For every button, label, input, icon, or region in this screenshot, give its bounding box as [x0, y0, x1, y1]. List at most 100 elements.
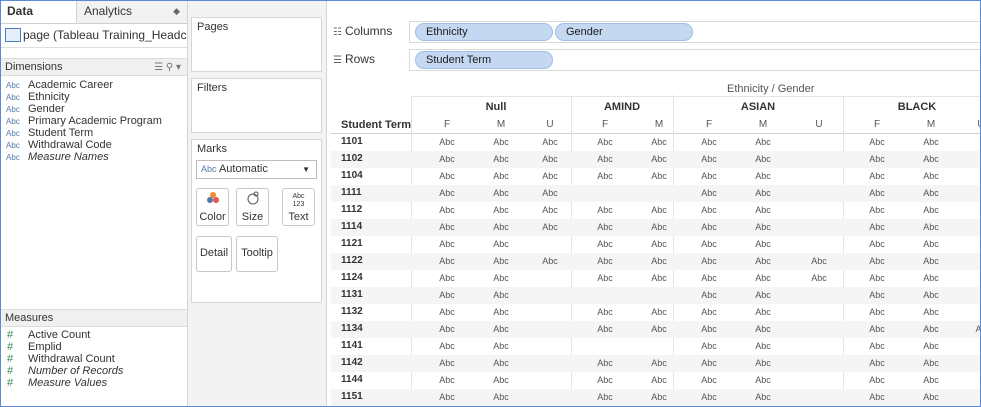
table-cell[interactable]: Abc [694, 392, 724, 402]
rows-drop-zone[interactable]: Student Term [409, 49, 980, 71]
table-cell[interactable]: Abc [804, 273, 834, 283]
pill-student-term[interactable]: Student Term [415, 51, 553, 69]
table-cell[interactable]: Abc [590, 324, 620, 334]
table-cell[interactable]: Abc [916, 341, 946, 351]
table-cell[interactable]: Abc [916, 358, 946, 368]
table-cell[interactable]: Ab [966, 324, 980, 334]
table-cell[interactable]: Abc [590, 222, 620, 232]
table-cell[interactable]: Abc [432, 358, 462, 368]
mark-type-select[interactable]: Abc Automatic ▼ [196, 160, 317, 179]
table-cell[interactable]: Abc [916, 137, 946, 147]
table-cell[interactable]: Abc [644, 137, 674, 147]
table-cell[interactable]: Abc [432, 154, 462, 164]
table-cell[interactable]: Abc [748, 188, 778, 198]
table-cell[interactable]: Abc [862, 358, 892, 368]
table-cell[interactable]: Abc [916, 375, 946, 385]
table-cell[interactable]: Abc [748, 392, 778, 402]
table-cell[interactable]: Abc [486, 324, 516, 334]
table-cell[interactable]: Abc [535, 171, 565, 181]
table-cell[interactable]: Abc [862, 239, 892, 249]
table-cell[interactable]: Abc [862, 222, 892, 232]
table-cell[interactable]: Abc [644, 375, 674, 385]
table-cell[interactable]: Abc [486, 358, 516, 368]
table-cell[interactable]: Abc [535, 188, 565, 198]
table-cell[interactable]: Abc [748, 358, 778, 368]
table-cell[interactable]: Abc [916, 171, 946, 181]
tab-data[interactable]: Data [1, 1, 77, 23]
text-button[interactable]: Abc 123 Text [282, 188, 315, 226]
table-cell[interactable]: Abc [432, 171, 462, 181]
table-cell[interactable]: Abc [590, 137, 620, 147]
table-cell[interactable]: Abc [862, 188, 892, 198]
table-cell[interactable]: Abc [748, 222, 778, 232]
table-cell[interactable]: Abc [694, 341, 724, 351]
pill-ethnicity[interactable]: Ethnicity [415, 23, 553, 41]
table-cell[interactable]: Abc [644, 222, 674, 232]
dimensions-tools[interactable]: ☰ ⚲ ▾ [154, 59, 181, 76]
pane-menu-icon[interactable]: ◆ [173, 1, 180, 21]
table-cell[interactable]: Abc [694, 307, 724, 317]
table-cell[interactable]: Abc [535, 137, 565, 147]
datasource-item[interactable]: page (Tableau Training_Headc... [1, 24, 187, 48]
table-cell[interactable]: Abc [748, 256, 778, 266]
table-cell[interactable]: Abc [590, 256, 620, 266]
table-cell[interactable]: Abc [486, 205, 516, 215]
table-cell[interactable]: Abc [748, 307, 778, 317]
table-cell[interactable]: Abc [916, 222, 946, 232]
dimension-field[interactable]: Abc Withdrawal Code [1, 139, 187, 151]
table-cell[interactable]: Abc [486, 256, 516, 266]
table-cell[interactable]: Abc [644, 307, 674, 317]
table-cell[interactable]: Abc [748, 273, 778, 283]
table-cell[interactable]: Abc [694, 375, 724, 385]
table-cell[interactable]: Abc [862, 392, 892, 402]
table-cell[interactable]: Abc [486, 239, 516, 249]
dimension-field[interactable]: Abc Academic Career [1, 79, 187, 91]
table-cell[interactable]: Abc [916, 307, 946, 317]
table-cell[interactable]: Abc [862, 341, 892, 351]
table-cell[interactable]: Abc [694, 205, 724, 215]
table-cell[interactable]: Abc [748, 375, 778, 385]
table-cell[interactable]: Abc [916, 273, 946, 283]
table-cell[interactable]: Abc [694, 256, 724, 266]
table-cell[interactable]: Abc [862, 171, 892, 181]
table-cell[interactable]: Abc [862, 324, 892, 334]
table-cell[interactable]: Abc [694, 222, 724, 232]
table-cell[interactable]: Abc [916, 324, 946, 334]
table-cell[interactable]: Abc [862, 256, 892, 266]
table-cell[interactable]: Abc [432, 273, 462, 283]
table-cell[interactable]: Abc [486, 392, 516, 402]
table-cell[interactable]: Abc [644, 358, 674, 368]
table-cell[interactable]: Abc [486, 290, 516, 300]
dimension-field[interactable]: Abc Gender [1, 103, 187, 115]
table-cell[interactable]: Abc [916, 290, 946, 300]
table-cell[interactable]: Abc [432, 392, 462, 402]
table-cell[interactable]: Abc [590, 307, 620, 317]
table-cell[interactable]: Abc [486, 154, 516, 164]
table-cell[interactable]: Abc [694, 137, 724, 147]
tab-analytics[interactable]: Analytics ◆ [77, 1, 187, 23]
table-cell[interactable]: Abc [432, 222, 462, 232]
detail-button[interactable]: Detail [196, 236, 232, 272]
table-cell[interactable]: Abc [486, 307, 516, 317]
table-cell[interactable]: Abc [694, 239, 724, 249]
table-cell[interactable]: Abc [432, 188, 462, 198]
table-cell[interactable]: Abc [862, 137, 892, 147]
table-cell[interactable]: Abc [748, 324, 778, 334]
table-cell[interactable]: Abc [644, 324, 674, 334]
table-cell[interactable]: Abc [432, 256, 462, 266]
table-cell[interactable]: Abc [644, 205, 674, 215]
table-cell[interactable]: Abc [916, 239, 946, 249]
table-cell[interactable]: Abc [748, 290, 778, 300]
table-cell[interactable]: Abc [644, 256, 674, 266]
table-cell[interactable]: Abc [432, 375, 462, 385]
table-cell[interactable]: Abc [486, 222, 516, 232]
table-cell[interactable]: Abc [862, 307, 892, 317]
table-cell[interactable]: Abc [486, 341, 516, 351]
table-cell[interactable]: Abc [432, 290, 462, 300]
measure-field[interactable]: # Withdrawal Count [1, 353, 187, 365]
table-cell[interactable]: Abc [535, 256, 565, 266]
table-cell[interactable]: Abc [590, 171, 620, 181]
table-cell[interactable]: Abc [748, 205, 778, 215]
table-cell[interactable]: Abc [486, 137, 516, 147]
dimension-field[interactable]: Abc Ethnicity [1, 91, 187, 103]
